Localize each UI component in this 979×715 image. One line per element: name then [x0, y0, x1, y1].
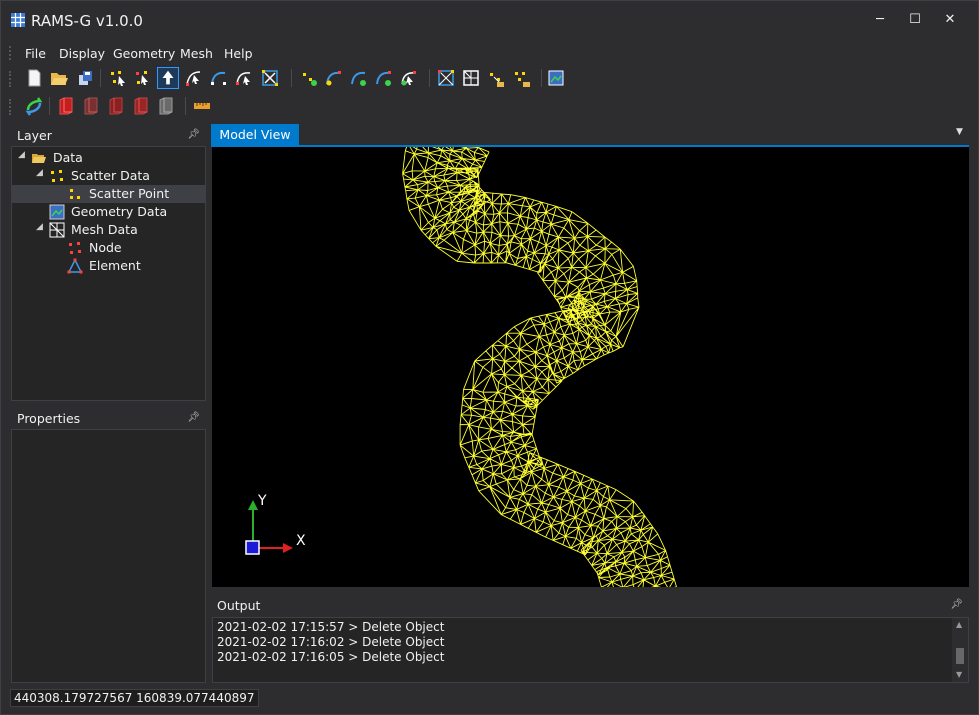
tree-item-mesh-data[interactable]: ◢ Mesh Data [12, 221, 205, 239]
arc-merge-icon[interactable] [373, 67, 395, 89]
toolbar-separator [291, 69, 292, 87]
color-grey-icon[interactable] [155, 95, 177, 117]
color-red-icon[interactable] [55, 95, 77, 117]
delete-icon[interactable] [259, 67, 281, 89]
toolbar-separator [49, 97, 50, 115]
minimize-button[interactable]: ─ [865, 9, 895, 31]
toolbar-separator [100, 69, 101, 87]
arc-node-icon[interactable] [323, 67, 345, 89]
vertex-select-icon[interactable] [183, 67, 205, 89]
secondary-toolbar [9, 95, 219, 119]
element-icon [67, 258, 83, 274]
main-toolbar [9, 67, 569, 91]
toolbar-separator [185, 97, 186, 115]
scatter-point-icon [70, 189, 80, 199]
mesh-grid-icon[interactable] [460, 67, 482, 89]
model-view-canvas[interactable]: Y X [212, 147, 969, 587]
grid-app-icon [11, 13, 25, 27]
color-red4-icon[interactable] [130, 95, 152, 117]
toolbar-separator [429, 69, 430, 87]
arc-split-icon[interactable] [348, 67, 370, 89]
status-bar: 440308.179727567 160839.077440897 [1, 686, 978, 714]
menu-grip-icon [9, 46, 14, 60]
properties-panel-title: Properties [17, 411, 81, 426]
tree-item-scatter-point[interactable]: Scatter Point [12, 185, 205, 203]
menu-display[interactable]: Display [59, 46, 105, 61]
tree-item-node[interactable]: Node [12, 239, 205, 257]
maximize-button[interactable]: ☐ [900, 9, 930, 31]
vertex-edit-icon[interactable] [398, 67, 420, 89]
pin-icon[interactable]: 📌︎ [187, 412, 200, 423]
scatter-add-icon[interactable] [107, 67, 129, 89]
output-scrollbar[interactable]: ▲ ▼ [952, 618, 968, 682]
scroll-up-icon[interactable]: ▲ [956, 620, 962, 629]
output-panel-title: Output [217, 598, 261, 613]
mesh-refine-icon[interactable] [511, 67, 533, 89]
tree-item-data[interactable]: ◢ Data [12, 149, 205, 167]
mesh-quality-icon[interactable] [485, 67, 507, 89]
toolbar-grip-icon [9, 99, 14, 115]
tree-item-geometry-data[interactable]: Geometry Data [12, 203, 205, 221]
scatter-data-icon [51, 170, 63, 182]
output-log: 2021-02-02 17:15:57 > Delete Object 2021… [212, 617, 969, 683]
save-icon[interactable] [74, 67, 96, 89]
collapse-arrow-icon[interactable]: ◢ [36, 222, 43, 232]
log-line: 2021-02-02 17:16:05 > Delete Object [217, 650, 445, 664]
open-folder-icon[interactable] [48, 67, 70, 89]
color-red2-icon[interactable] [80, 95, 102, 117]
new-file-icon[interactable] [23, 67, 45, 89]
toolbar-separator [541, 69, 542, 87]
log-line: 2021-02-02 17:16:02 > Delete Object [217, 635, 445, 649]
pin-icon[interactable]: 📌︎ [187, 129, 200, 140]
ruler-icon[interactable] [191, 95, 213, 117]
mesh-edges [402, 147, 677, 587]
collapse-arrow-icon[interactable]: ◢ [18, 150, 25, 160]
properties-body [11, 429, 206, 683]
axis-y-label: Y [257, 493, 267, 509]
layer-panel-header: Layer 📌︎ [11, 124, 206, 146]
output-panel-header: Output 📌︎ [212, 594, 969, 616]
arc-select-icon[interactable] [233, 67, 255, 89]
toolbar-grip-icon [9, 71, 14, 87]
menu-help[interactable]: Help [224, 46, 253, 61]
layer-panel-title: Layer [17, 128, 52, 143]
folder-open-icon [32, 154, 46, 163]
pin-icon[interactable]: 📌︎ [950, 599, 963, 610]
node-icon [69, 242, 81, 254]
mesh-generate-icon[interactable] [435, 67, 457, 89]
close-button[interactable]: ✕ [935, 9, 965, 31]
axis-triad: Y X [245, 493, 306, 555]
properties-panel-header: Properties 📌︎ [11, 407, 206, 429]
collapse-arrow-icon[interactable]: ◢ [36, 168, 43, 178]
window-title: RAMS-G v1.0.0 [31, 12, 143, 30]
layer-tree: ◢ Data ◢ Scatter Data Scatter Point Geom… [11, 146, 206, 401]
axis-x-label: X [296, 533, 306, 549]
scroll-down-icon[interactable]: ▼ [956, 670, 962, 679]
refresh-icon[interactable] [23, 95, 45, 117]
arc-create-icon[interactable] [208, 67, 230, 89]
menu-file[interactable]: File [25, 46, 46, 61]
color-red3-icon[interactable] [105, 95, 127, 117]
mesh-data-icon [49, 222, 65, 238]
geometry-data-icon [49, 204, 65, 220]
log-line: 2021-02-02 17:15:57 > Delete Object [217, 620, 445, 634]
node-add-icon[interactable] [298, 67, 320, 89]
cursor-coordinates: 440308.179727567 160839.077440897 [10, 689, 259, 707]
main-window: RAMS-G v1.0.0 ─ ☐ ✕ File Display Geometr… [0, 0, 979, 715]
scroll-thumb[interactable] [956, 648, 964, 664]
menu-geometry[interactable]: Geometry [113, 46, 175, 61]
title-bar[interactable]: RAMS-G v1.0.0 ─ ☐ ✕ [1, 1, 978, 39]
menu-mesh[interactable]: Mesh [180, 46, 213, 61]
scatter-select-icon[interactable] [132, 67, 154, 89]
tab-model-view[interactable]: Model View [211, 124, 299, 146]
tree-item-element[interactable]: Element [12, 257, 205, 275]
geometry-view-icon[interactable] [545, 67, 567, 89]
select-arrow-icon[interactable] [157, 67, 179, 89]
tab-dropdown-icon[interactable]: ▼ [956, 127, 963, 137]
tree-item-scatter-data[interactable]: ◢ Scatter Data [12, 167, 205, 185]
